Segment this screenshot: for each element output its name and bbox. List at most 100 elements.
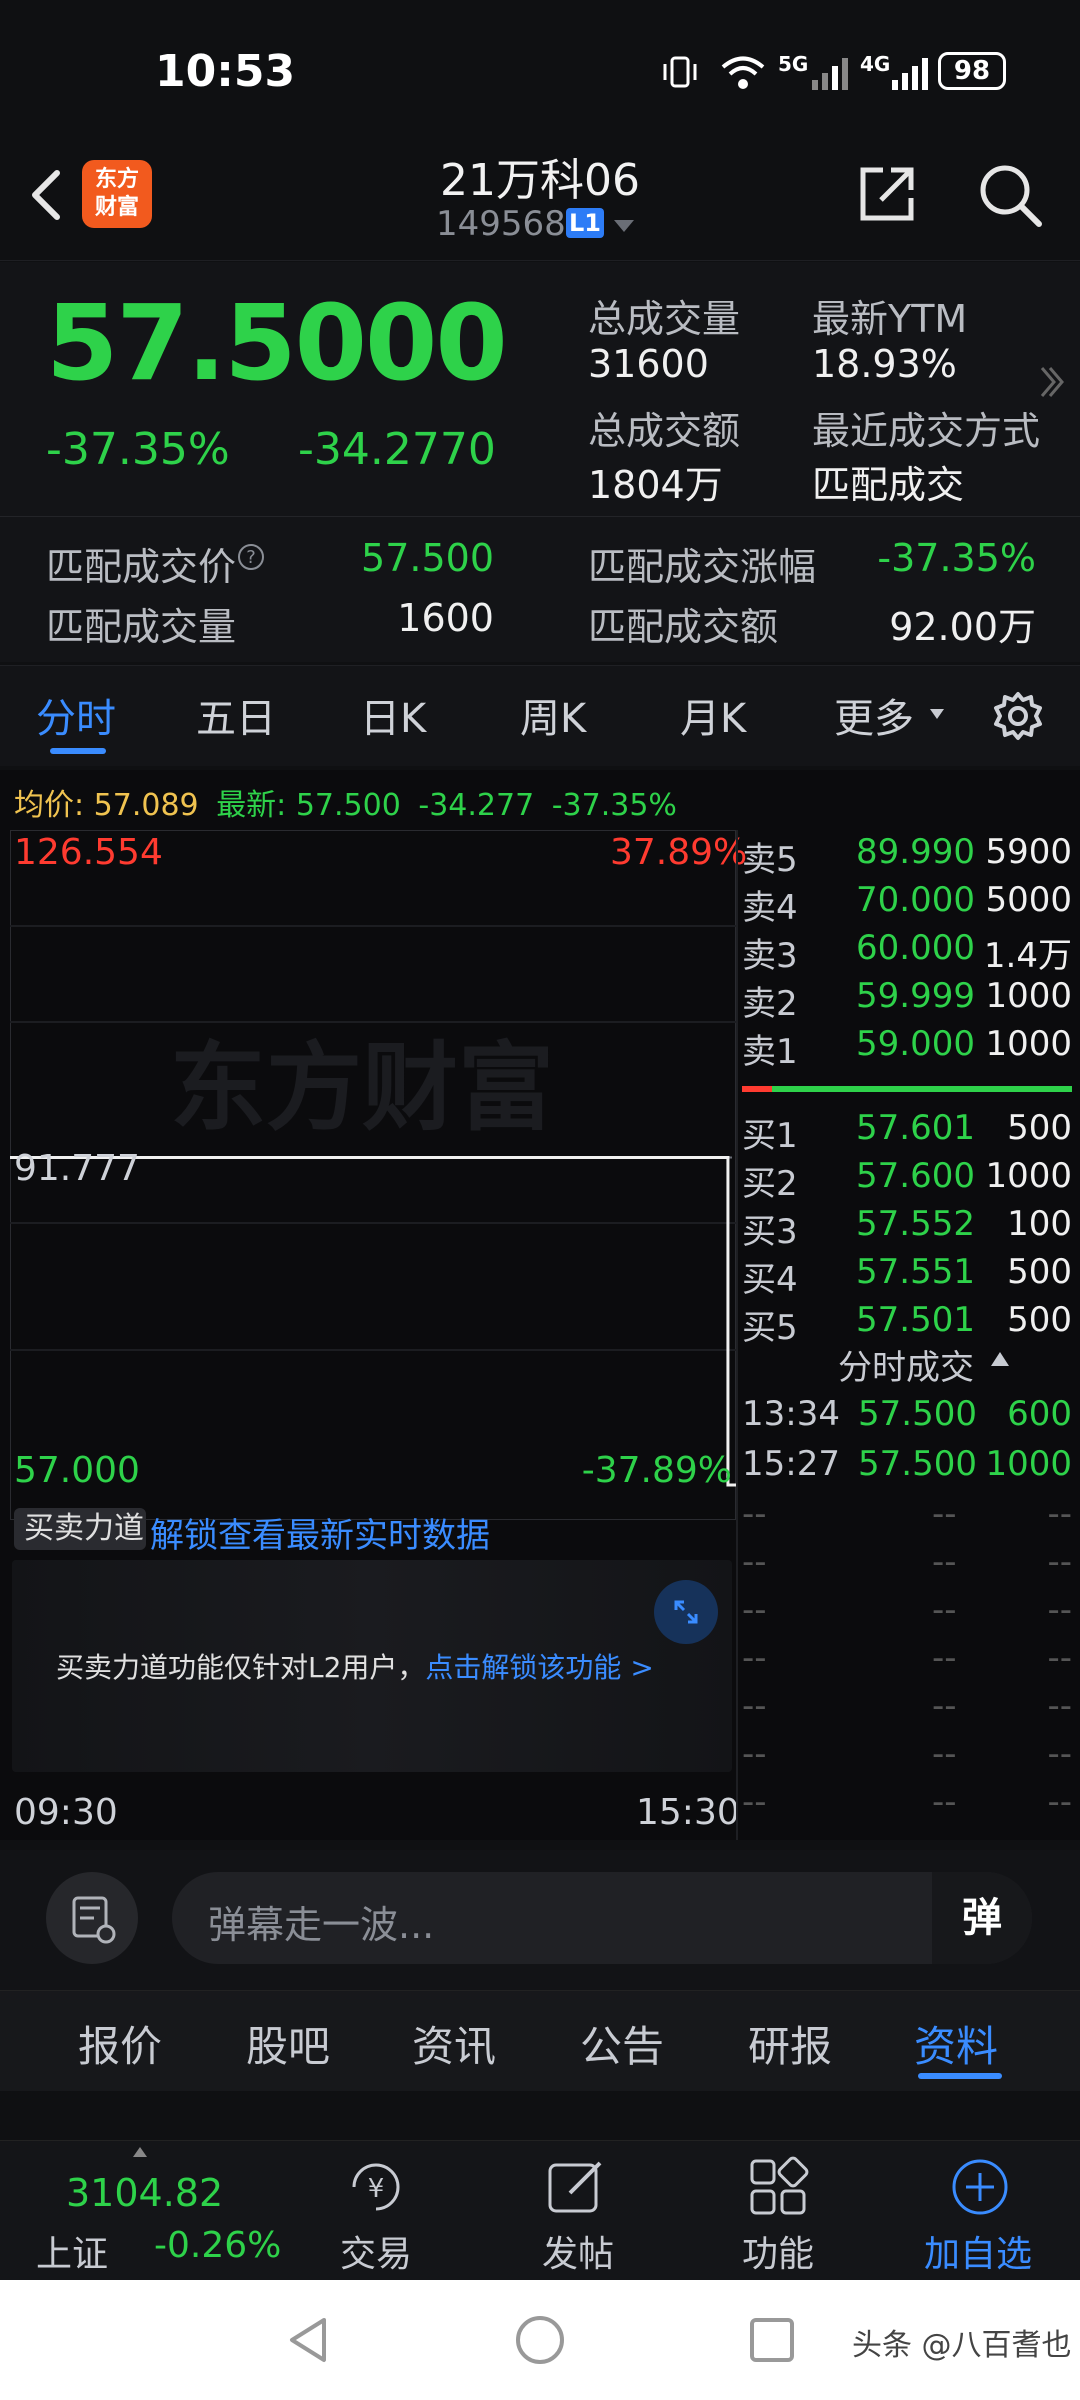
tab-research[interactable]: 研报 xyxy=(748,2013,832,2074)
trade-row: 13:34 57.500 600 xyxy=(742,1394,1080,1442)
trade-row-empty: -- -- -- xyxy=(742,1686,1080,1734)
bid-volume: 500 xyxy=(1007,1108,1072,1148)
latest-price: 57.5000 xyxy=(46,282,508,404)
empty-cell: -- xyxy=(932,1734,957,1774)
ask-label: 卖3 xyxy=(742,936,798,976)
sub-indicator-select[interactable]: 买卖力道 ▼ xyxy=(14,1508,146,1585)
function-icon[interactable] xyxy=(746,2155,810,2219)
tab-monthly-k[interactable]: 月K xyxy=(680,686,746,744)
bid-label: 买4 xyxy=(742,1260,798,1300)
security-code: 149568 xyxy=(436,204,566,244)
search-icon[interactable] xyxy=(975,160,1045,230)
stat-label: 最新YTM xyxy=(812,297,968,341)
ask-label: 卖1 xyxy=(742,1032,798,1072)
unlock-feature-link[interactable]: 点击解锁该功能 > xyxy=(425,1651,653,1684)
intraday-chart-area: 均价: 57.089 最新: 57.500 -34.277 -37.35% 东方… xyxy=(0,770,1080,1840)
ask-row[interactable]: 卖5 89.990 5900 xyxy=(742,832,1080,880)
stat-value: 匹配成交 xyxy=(812,463,965,507)
pct-axis-min: -37.89% xyxy=(581,1450,732,1491)
trade-price: 57.500 xyxy=(858,1394,977,1434)
ask-row[interactable]: 卖3 60.000 1.4万 xyxy=(742,928,1080,976)
tab-weekly-k[interactable]: 周K xyxy=(520,686,586,744)
ask-row[interactable]: 卖1 59.000 1000 xyxy=(742,1024,1080,1072)
expand-right-icon[interactable] xyxy=(1036,362,1066,402)
empty-cell: -- xyxy=(742,1542,767,1582)
bid-row[interactable]: 买4 57.551 500 xyxy=(742,1252,1080,1300)
avg-label: 均价: xyxy=(14,788,85,823)
tab-announcements[interactable]: 公告 xyxy=(580,2013,664,2074)
trade-price: 57.500 xyxy=(858,1444,977,1484)
ask-volume: 5900 xyxy=(985,832,1072,872)
bid-label: 买2 xyxy=(742,1164,798,1204)
stat-label: 总成交额 xyxy=(588,409,741,453)
tab-intraday[interactable]: 分时 xyxy=(36,686,116,744)
bid-price: 57.552 xyxy=(856,1204,975,1244)
bid-price: 57.501 xyxy=(856,1300,975,1340)
nav-home-icon[interactable] xyxy=(512,2312,568,2368)
danmaku-send-button[interactable]: 弹 xyxy=(932,1872,1032,1964)
ask-row[interactable]: 卖2 59.999 1000 xyxy=(742,976,1080,1024)
tab-profile[interactable]: 资料 xyxy=(914,2013,998,2074)
bid-row[interactable]: 买3 57.552 100 xyxy=(742,1204,1080,1252)
ask-row[interactable]: 卖4 70.000 5000 xyxy=(742,880,1080,928)
trade-vol: 600 xyxy=(1007,1394,1072,1434)
add-watchlist-icon[interactable] xyxy=(948,2155,1012,2219)
tab-quote[interactable]: 报价 xyxy=(78,2013,162,2074)
index-value[interactable]: 3104.82 xyxy=(66,2171,223,2215)
expand-icon[interactable] xyxy=(654,1580,718,1644)
x-axis-end: 15:30 xyxy=(636,1792,740,1833)
level-badge[interactable]: L1 xyxy=(566,208,604,238)
stat-value: 1804万 xyxy=(588,463,723,507)
unlock-realtime-link[interactable]: 解锁查看最新实时数据 xyxy=(150,1508,490,1557)
settings-icon[interactable] xyxy=(990,688,1046,744)
bid-label: 买5 xyxy=(742,1308,798,1348)
divider xyxy=(0,516,1080,517)
trade-vol: 1000 xyxy=(985,1444,1072,1484)
empty-cell: -- xyxy=(1047,1590,1072,1630)
post-label[interactable]: 发帖 xyxy=(542,2225,614,2277)
latest-value: 57.500 xyxy=(295,788,401,823)
ask-price: 60.000 xyxy=(856,928,975,968)
empty-cell: -- xyxy=(932,1590,957,1630)
trade-label[interactable]: 交易 xyxy=(340,2225,412,2277)
match-price-label: 匹配成交价 xyxy=(46,545,237,589)
match-change-label: 匹配成交涨幅 xyxy=(588,545,817,589)
tab-more[interactable]: 更多 xyxy=(834,686,914,744)
share-icon[interactable] xyxy=(855,162,919,226)
empty-cell: -- xyxy=(1047,1782,1072,1822)
source-watermark: 头条 @八百耆也 xyxy=(852,2328,1072,2363)
trade-row-empty: -- -- -- xyxy=(742,1734,1080,1782)
tab-daily-k[interactable]: 日K xyxy=(360,686,426,744)
danmaku-settings-icon[interactable] xyxy=(46,1872,138,1964)
signal-icon-2 xyxy=(890,56,930,90)
help-icon[interactable]: ? xyxy=(236,542,266,572)
dropdown-icon[interactable] xyxy=(612,216,636,236)
trade-row-empty: -- -- -- xyxy=(742,1494,1080,1542)
bid-row[interactable]: 买2 57.600 1000 xyxy=(742,1156,1080,1204)
tab-five-day[interactable]: 五日 xyxy=(196,686,276,744)
ask-price: 59.000 xyxy=(856,1024,975,1064)
function-label[interactable]: 功能 xyxy=(742,2225,814,2277)
bid-label: 买3 xyxy=(742,1212,798,1252)
bid-volume: 100 xyxy=(1007,1204,1072,1244)
nav-recent-icon[interactable] xyxy=(744,2312,800,2368)
bid-label: 买1 xyxy=(742,1116,798,1156)
status-time: 10:53 xyxy=(155,46,296,97)
trade-row-empty: -- -- -- xyxy=(742,1638,1080,1686)
trade-row: 15:27 57.500 1000 xyxy=(742,1444,1080,1492)
empty-cell: -- xyxy=(742,1782,767,1822)
sort-up-icon[interactable] xyxy=(990,1350,1010,1368)
svg-text:?: ? xyxy=(246,547,256,568)
danmaku-input[interactable]: 弹幕走一波... 弹 xyxy=(172,1872,1032,1964)
nav-back-icon[interactable] xyxy=(280,2312,336,2368)
spread-bar xyxy=(742,1086,1072,1092)
trades-title[interactable]: 分时成交 xyxy=(838,1340,974,1389)
bid-volume: 1000 xyxy=(985,1156,1072,1196)
tab-forum[interactable]: 股吧 xyxy=(246,2013,330,2074)
trade-icon[interactable]: ¥ xyxy=(340,2157,412,2217)
tab-news[interactable]: 资讯 xyxy=(412,2013,496,2074)
bid-row[interactable]: 买1 57.601 500 xyxy=(742,1108,1080,1156)
post-icon[interactable] xyxy=(544,2155,608,2219)
more-dropdown-icon[interactable] xyxy=(928,706,946,722)
add-watchlist-label[interactable]: 加自选 xyxy=(924,2225,1032,2277)
